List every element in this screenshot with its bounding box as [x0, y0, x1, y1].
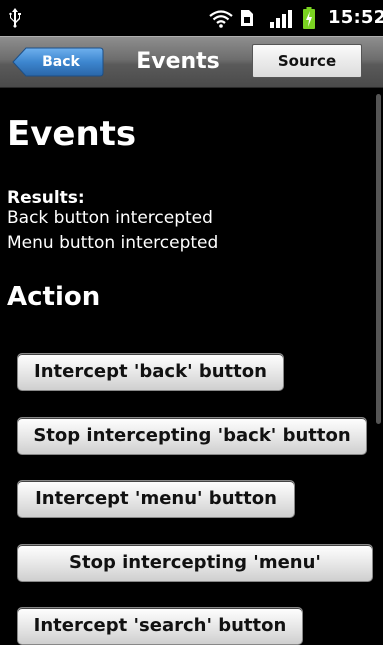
battery-charging-icon: [303, 7, 315, 29]
action-heading: Action: [7, 282, 101, 312]
usb-icon: [9, 8, 21, 28]
stop-intercept-back-button[interactable]: Stop intercepting 'back' button: [17, 417, 367, 455]
intercept-menu-button[interactable]: Intercept 'menu' button: [17, 480, 295, 518]
back-button[interactable]: Back: [12, 47, 104, 77]
wifi-icon: [209, 10, 233, 28]
scrollbar[interactable]: [376, 94, 381, 424]
source-button[interactable]: Source: [252, 44, 362, 78]
status-bar: 15:52: [0, 0, 383, 36]
back-button-label: Back: [42, 54, 80, 70]
status-clock: 15:52: [328, 7, 383, 28]
page-title: Events: [136, 49, 220, 74]
title-bar: Back Events Source: [0, 36, 383, 88]
intercept-search-button[interactable]: Intercept 'search' button: [17, 607, 303, 645]
result-line-back: Back button intercepted: [7, 208, 213, 228]
sim-icon: [241, 10, 253, 26]
content-area: Events Results: Back button intercepted …: [0, 88, 383, 645]
result-line-menu: Menu button intercepted: [7, 233, 219, 253]
results-label: Results:: [7, 188, 85, 208]
stop-intercept-menu-button[interactable]: Stop intercepting 'menu': [17, 544, 373, 582]
events-heading: Events: [7, 114, 137, 154]
intercept-back-button[interactable]: Intercept 'back' button: [17, 353, 284, 391]
signal-icon: [270, 10, 292, 28]
